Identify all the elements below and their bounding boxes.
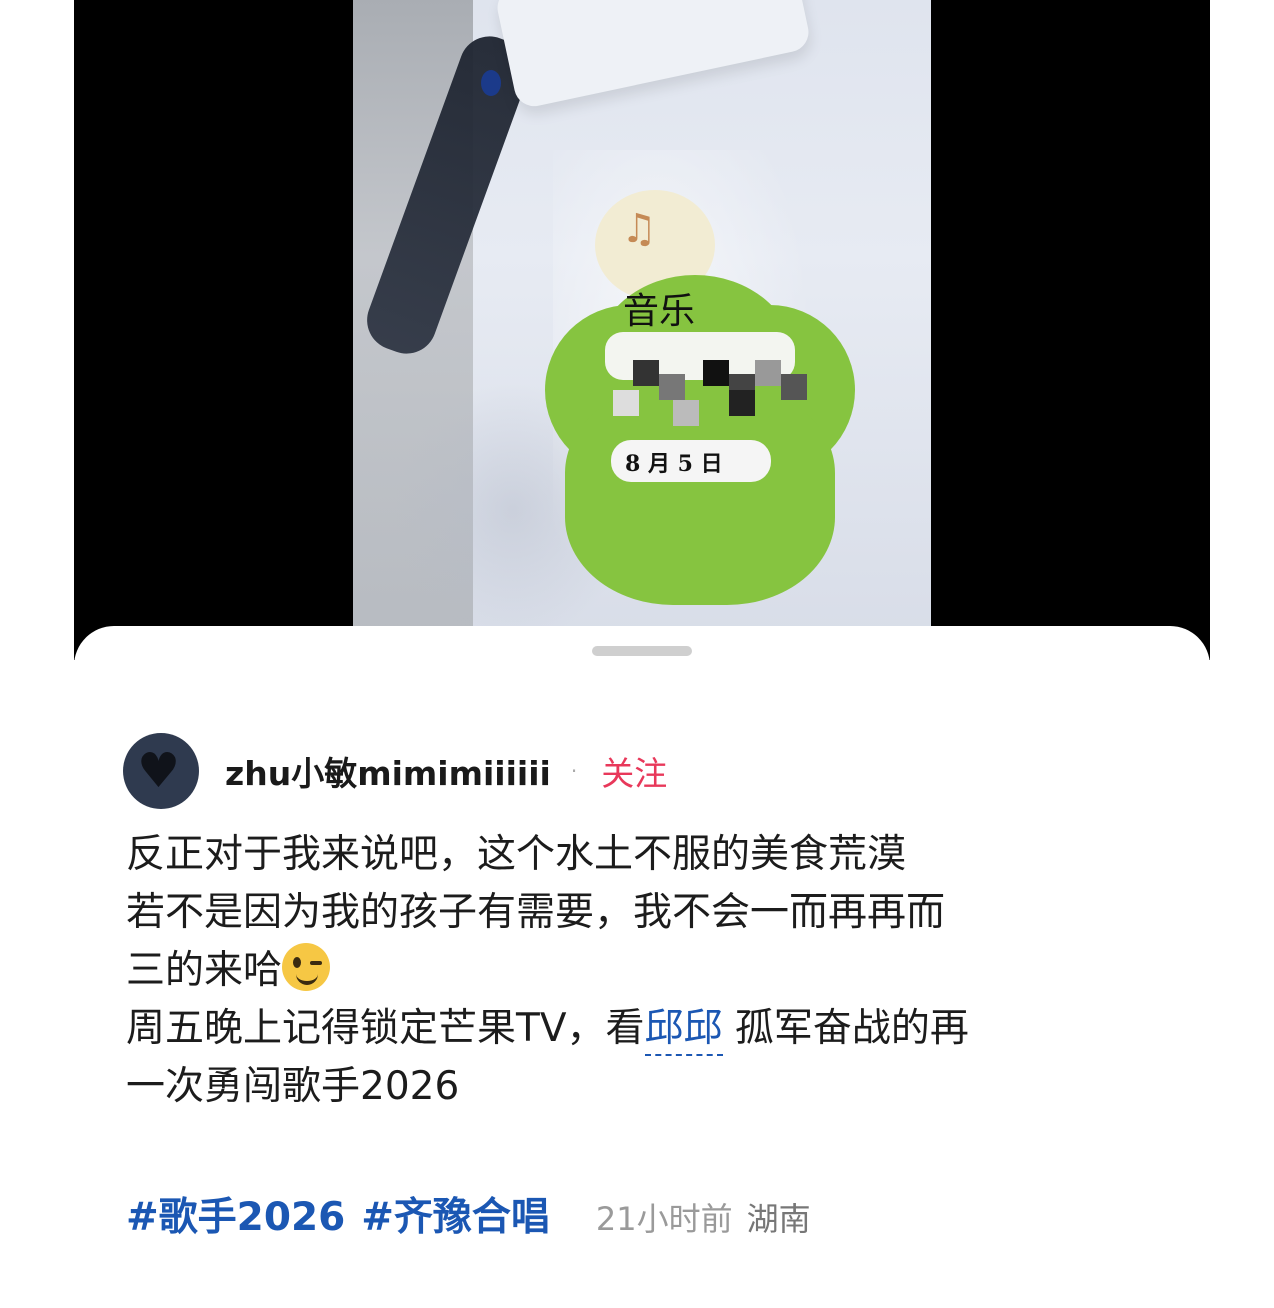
wink-emoji-icon (282, 943, 331, 991)
heart-icon: ♥ (137, 743, 181, 799)
post-line-5: 一次勇闯歌手2026 (126, 1064, 460, 1109)
post-line-4-suffix: 孤军奋战的再 (722, 1006, 969, 1051)
post-line-2: 若不是因为我的孩子有需要，我不会一而再再而 (126, 890, 946, 935)
username[interactable]: zhu小敏mimimiiiiii (225, 747, 551, 795)
sticker-logo-mark: ♫ (621, 205, 657, 252)
post-line-3-text: 三的来哈 (126, 948, 283, 993)
post-location: 湖南 (746, 1200, 811, 1238)
post-body: 反正对于我来说吧，这个水土不服的美食荒漠 若不是因为我的孩子有需要，我不会一而再… (126, 826, 1166, 1116)
photo-collar (493, 0, 813, 110)
sheet-grabber[interactable] (592, 646, 692, 656)
post-line-3: 三的来哈 (126, 942, 1166, 1000)
post-photo[interactable]: ♫ 音乐 8 月 5 日 (353, 0, 931, 640)
post-meta-row: #歌手2026 #齐豫合唱 21小时前 湖南 (126, 1186, 811, 1242)
pixelated-mosaic (613, 330, 823, 440)
photo-shirt-button (481, 70, 501, 96)
hashtag-link[interactable]: #齐豫合唱 (361, 1186, 550, 1242)
sticker-date-pill: 8 月 5 日 (611, 440, 771, 482)
post-detail-sheet: ♥ zhu小敏mimimiiiiii · 关注 反正对于我来说吧，这个水土不服的… (74, 626, 1210, 1308)
mention-link[interactable]: 邱邱 (644, 1006, 723, 1056)
sticker-handwriting-music: 音乐 (623, 291, 696, 332)
sticker-date-text: 8 月 5 日 (625, 451, 723, 477)
post-timestamp: 21小时前 (595, 1200, 733, 1238)
post-line-4: 周五晚上记得锁定芒果TV，看邱邱 孤军奋战的再 (126, 1000, 1166, 1058)
follow-button[interactable]: 关注 (601, 747, 667, 795)
post-line-4-text: 周五晚上记得锁定芒果TV，看 (126, 1006, 645, 1051)
author-row: ♥ zhu小敏mimimiiiiii · 关注 (123, 730, 667, 812)
separator-dot: · (570, 759, 578, 783)
post-line-1: 反正对于我来说吧，这个水土不服的美食荒漠 (126, 832, 907, 877)
avatar[interactable]: ♥ (123, 733, 199, 809)
hashtag-link[interactable]: #歌手2026 (126, 1186, 345, 1242)
